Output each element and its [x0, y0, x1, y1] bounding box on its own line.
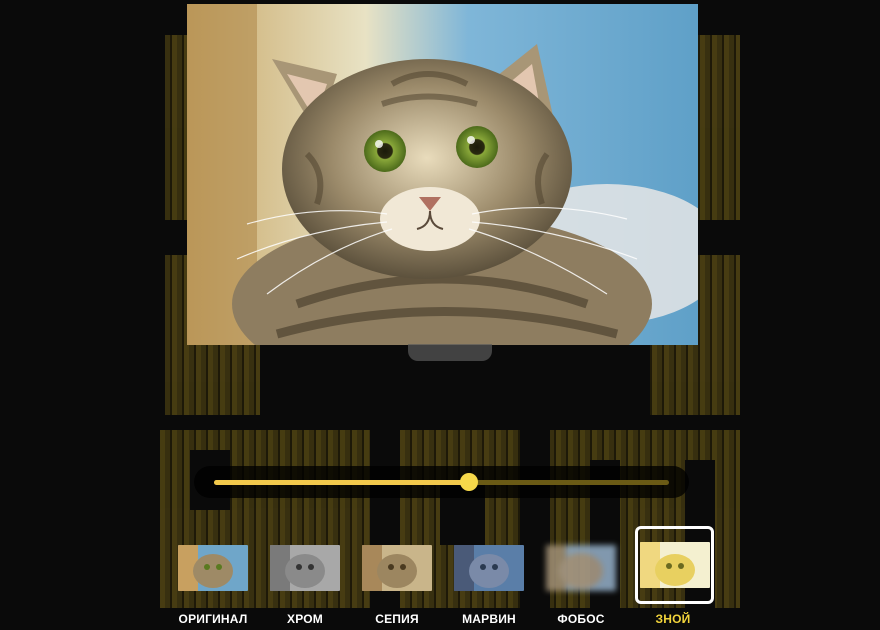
filter-label: СЕПИЯ	[375, 612, 419, 626]
filter-label: ХРОМ	[287, 612, 323, 626]
filter-strip: ОРИГИНАЛ ХРОМ СЕПИЯ МАРВИН ФОБОС ЗНОЙ	[168, 522, 720, 630]
filter-label: ОРИГИНАЛ	[178, 612, 248, 626]
filter-chrome[interactable]: ХРОМ	[260, 522, 350, 630]
filter-label: МАРВИН	[462, 612, 516, 626]
filter-thumbnail	[270, 545, 340, 591]
slider-thumb[interactable]	[459, 473, 478, 491]
filter-marvin[interactable]: МАРВИН	[444, 522, 534, 630]
filter-thumbnail	[639, 542, 710, 588]
photo-preview	[187, 4, 698, 345]
filter-thumbnail	[546, 545, 616, 591]
photo-drag-handle[interactable]	[408, 344, 492, 361]
filter-sepia[interactable]: СЕПИЯ	[352, 522, 442, 630]
filter-thumbnail	[454, 545, 524, 591]
filter-phobos[interactable]: ФОБОС	[536, 522, 626, 630]
filter-label: ЗНОЙ	[655, 612, 691, 626]
slider-fill	[214, 480, 469, 485]
slider-track[interactable]	[214, 480, 669, 485]
filter-thumbnail	[362, 545, 432, 591]
filter-heat[interactable]: ЗНОЙ	[628, 522, 718, 630]
filter-label: ФОБОС	[557, 612, 605, 626]
filter-original[interactable]: ОРИГИНАЛ	[168, 522, 258, 630]
filter-thumbnail	[178, 545, 248, 591]
intensity-slider[interactable]	[194, 466, 689, 498]
